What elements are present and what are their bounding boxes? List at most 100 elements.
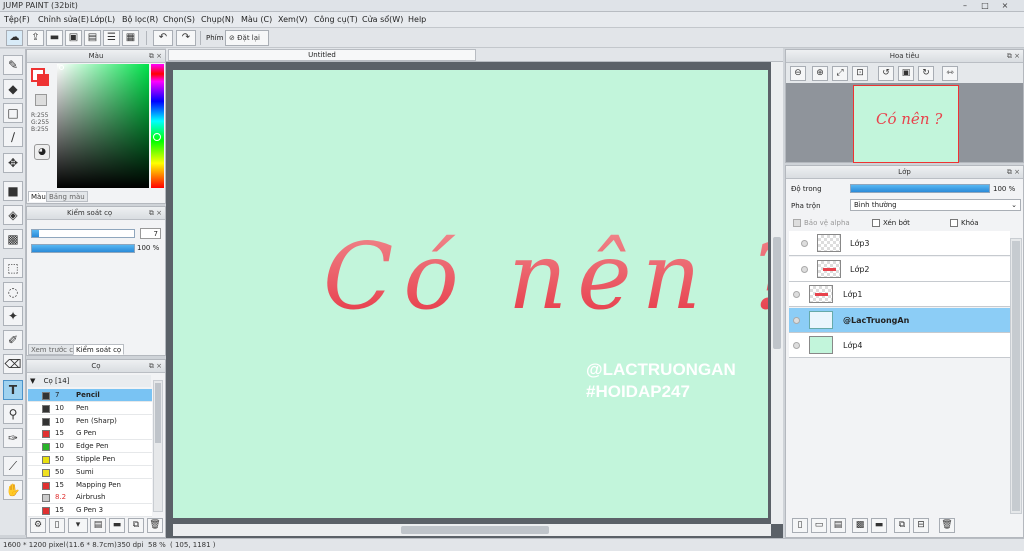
delete-layer-icon[interactable]: 🗑: [939, 518, 955, 533]
panel-window-icons[interactable]: ⧉ ×: [149, 52, 162, 60]
rectangle-icon[interactable]: □: [3, 103, 23, 123]
menu-color[interactable]: Màu (C): [241, 15, 272, 24]
move-icon[interactable]: ✥: [3, 153, 23, 173]
hand-icon[interactable]: ✋: [3, 480, 23, 500]
vertical-scroll-thumb[interactable]: [773, 237, 781, 349]
hue-slider[interactable]: [151, 64, 164, 188]
brush-group-header[interactable]: ▼ Cọ [14]: [28, 375, 151, 387]
brush-list-scrollbar[interactable]: [153, 380, 163, 512]
brush-list-item[interactable]: 15 G Pen 3: [28, 504, 152, 518]
reset-view-icon[interactable]: ▣: [898, 66, 914, 81]
menu-help[interactable]: Help: [408, 15, 426, 24]
gradient-icon[interactable]: ▩: [3, 229, 23, 249]
text-icon[interactable]: T: [3, 380, 23, 400]
panel-window-icons[interactable]: ⧉ ×: [1007, 52, 1020, 60]
layer-row[interactable]: Lớp4: [789, 333, 1010, 358]
pipette-icon[interactable]: ⟋: [3, 456, 23, 476]
visibility-icon[interactable]: [793, 342, 800, 349]
duplicate-icon[interactable]: ⧉: [128, 518, 144, 533]
layer-row[interactable]: Lớp1: [789, 282, 1010, 307]
brush-list-scroll-thumb[interactable]: [155, 383, 161, 443]
folder-icon[interactable]: ▬: [109, 518, 125, 533]
merge-layer-icon[interactable]: ⊟: [913, 518, 929, 533]
color-picker-cursor[interactable]: [59, 65, 64, 70]
rotate-right-icon[interactable]: ↻: [918, 66, 934, 81]
brush-list-item[interactable]: 10 Pen (Sharp): [28, 414, 152, 428]
blend-mode-select[interactable]: Bình thường ⌄: [850, 199, 1021, 211]
share-icon[interactable]: ⇪: [27, 30, 44, 46]
duplicate-layer-icon[interactable]: ⧉: [894, 518, 910, 533]
clip-checkbox[interactable]: [872, 219, 880, 227]
zoom-out-icon[interactable]: ⊖: [790, 66, 806, 81]
new-brush-icon[interactable]: ▯: [49, 518, 65, 533]
menu-file[interactable]: Tệp(F): [4, 15, 30, 24]
zoom-in-icon[interactable]: ⊕: [812, 66, 828, 81]
hue-slider-handle[interactable]: [153, 133, 161, 141]
visibility-icon[interactable]: [801, 265, 808, 273]
text-layer-icon[interactable]: ▤: [830, 518, 846, 533]
close-button[interactable]: ×: [998, 1, 1012, 11]
search-icon[interactable]: ⚲: [3, 404, 23, 424]
saturation-value-picker[interactable]: [57, 64, 149, 188]
cloud-icon[interactable]: ☁: [6, 30, 23, 46]
layer-row[interactable]: Lớp2: [789, 256, 1010, 282]
canvas-vertical-scrollbar[interactable]: [771, 62, 783, 524]
brush-list-item[interactable]: 10 Pen: [28, 401, 152, 415]
menu-edit[interactable]: Chỉnh sửa(E): [38, 15, 89, 24]
document-tab[interactable]: Untitled: [168, 49, 476, 61]
new-folder-layer-icon[interactable]: ▭: [811, 518, 827, 533]
brush-list-item[interactable]: 15 G Pen: [28, 427, 152, 441]
list-icon[interactable]: ☰: [103, 30, 120, 46]
navigator-preview[interactable]: Có nên ?: [853, 85, 959, 163]
canvas[interactable]: Có nên ? @LACTRUONGAN #HOIDAP247: [173, 70, 800, 518]
layer-row[interactable]: @LacTruongAn: [789, 307, 1010, 333]
brush-menu-icon[interactable]: ▾: [68, 518, 88, 533]
canvas-horizontal-scrollbar[interactable]: [173, 524, 771, 536]
brush-list-item[interactable]: 7 Pencil: [28, 389, 152, 402]
menu-capture[interactable]: Chụp(N): [201, 15, 234, 24]
panel-window-icons[interactable]: ⧉ ×: [149, 209, 162, 217]
fill-rect-icon[interactable]: ■: [3, 181, 23, 201]
lock-checkbox[interactable]: [950, 219, 958, 227]
lasso-icon[interactable]: ◌: [3, 282, 23, 302]
brush-list-item[interactable]: 50 Stipple Pen: [28, 453, 152, 466]
eraser-icon[interactable]: ◆: [3, 79, 23, 99]
visibility-icon[interactable]: [793, 316, 800, 324]
tone-layer-icon[interactable]: ▩: [852, 518, 868, 533]
panel-window-icons[interactable]: ⧉ ×: [149, 362, 162, 370]
menu-view[interactable]: Xem(V): [278, 15, 308, 24]
brush-list-item[interactable]: 10 Edge Pen: [28, 440, 152, 454]
select-rect-icon[interactable]: ⬚: [3, 258, 23, 278]
maximize-button[interactable]: □: [978, 1, 992, 11]
fit-icon[interactable]: ⤢: [832, 66, 848, 81]
minimize-button[interactable]: –: [958, 1, 972, 11]
brush-settings-icon[interactable]: ⚙: [30, 518, 46, 533]
tab-palette[interactable]: Bảng màu: [46, 191, 88, 202]
layer-list-scrollbar[interactable]: [1010, 238, 1022, 514]
protect-alpha-checkbox[interactable]: [793, 219, 801, 227]
line-icon[interactable]: ∕: [3, 127, 23, 147]
brush-list-item[interactable]: 8.2 Airbrush: [28, 491, 152, 505]
menu-layer[interactable]: Lớp(L): [90, 15, 115, 24]
layer-folder-icon[interactable]: ▬: [871, 518, 887, 533]
transparent-swatch[interactable]: [35, 94, 47, 106]
visibility-icon[interactable]: [801, 240, 808, 247]
dropper-icon[interactable]: ✑: [3, 428, 23, 448]
visibility-icon[interactable]: [793, 291, 800, 298]
layer-row[interactable]: Lớp3: [789, 231, 1010, 256]
brush-opacity-slider[interactable]: [31, 244, 135, 253]
flip-icon[interactable]: ⇿: [942, 66, 958, 81]
select-pen-icon[interactable]: ✐: [3, 330, 23, 350]
brush-size-value[interactable]: 7: [140, 228, 161, 239]
menu-tools[interactable]: Công cụ(T): [314, 15, 358, 24]
undo-icon[interactable]: ↶: [153, 30, 173, 46]
save-icon[interactable]: ▣: [65, 30, 82, 46]
layer-opacity-slider[interactable]: [850, 184, 990, 193]
brush-list-item[interactable]: 50 Sumi: [28, 465, 152, 479]
tab-brush-control[interactable]: Kiểm soát cọ: [73, 344, 125, 355]
palette-icon[interactable]: ◕: [34, 144, 50, 160]
document-icon[interactable]: ▤: [84, 30, 101, 46]
collapse-icon[interactable]: ▼: [30, 377, 35, 385]
magic-wand-icon[interactable]: ✦: [3, 306, 23, 326]
horizontal-scroll-thumb[interactable]: [401, 526, 549, 534]
